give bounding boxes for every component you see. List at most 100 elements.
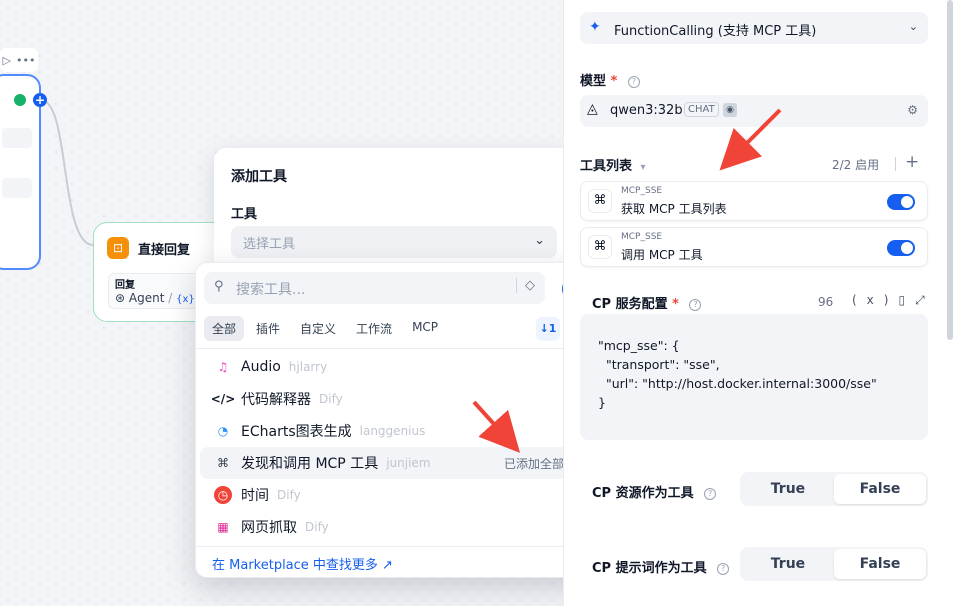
- ollama-icon: ◬: [587, 101, 598, 117]
- tool-name: 调用 MCP 工具: [621, 248, 703, 262]
- model-select[interactable]: ◬ qwen3:32b CHAT ◉ ⚙: [580, 95, 928, 127]
- variable-separator: /: [168, 291, 173, 305]
- agent-icon: ⊛: [115, 291, 126, 305]
- tool-category-tabs: 全部 插件 自定义 工作流 MCP: [204, 316, 450, 341]
- search-icon: ⚲: [214, 279, 224, 294]
- web-scraper-icon: ▦: [217, 520, 229, 534]
- code-icon: </>: [210, 392, 236, 406]
- tool-item-code-interpreter[interactable]: </> 代码解释器 Dify ›: [200, 383, 590, 415]
- option-true[interactable]: True: [742, 474, 834, 504]
- tool-item-echarts[interactable]: ◔ ECharts图表生成 langgenius ›: [200, 415, 590, 447]
- sparkle-icon: ✦: [589, 19, 601, 35]
- more-icon[interactable]: •••: [16, 54, 35, 67]
- add-tool-plus-icon[interactable]: +: [905, 152, 919, 172]
- tag-filter-icon[interactable]: ◇: [516, 278, 535, 293]
- variable-name: Agent: [128, 291, 165, 305]
- tools-label: 工具列表 ▾: [580, 155, 646, 174]
- chevron-down-icon: ⌄: [534, 233, 545, 248]
- char-count: 96: [818, 295, 834, 309]
- help-icon[interactable]: ?: [704, 487, 717, 500]
- panel-scrollbar[interactable]: [947, 0, 953, 340]
- model-name: qwen3:32b: [610, 103, 683, 118]
- tool-name: 网页抓取: [241, 520, 297, 536]
- mcp-icon: ⌘: [588, 235, 612, 259]
- caret-down-icon[interactable]: ▾: [641, 162, 646, 173]
- tool-author: junjiem: [386, 456, 431, 470]
- model-type-badge: CHAT: [684, 102, 719, 117]
- clock-icon: ◷: [214, 486, 232, 504]
- agent-strategy-select[interactable]: ✦ FunctionCalling (支持 MCP 工具) ⌄: [580, 12, 928, 44]
- tool-enable-toggle[interactable]: [887, 194, 915, 210]
- marketplace-link[interactable]: 在 Marketplace 中查找更多 ↗: [196, 546, 594, 580]
- tool-card[interactable]: ⌘ MCP_SSE 调用 MCP 工具: [580, 227, 928, 267]
- tool-search[interactable]: ⚲ 搜索工具... ◇: [204, 272, 545, 304]
- tool-name: ECharts图表生成: [241, 424, 352, 440]
- tool-author: hjlarry: [288, 360, 328, 374]
- audio-icon: ♫: [217, 360, 229, 374]
- resources-as-tools-label: CP 资源作为工具 ?: [592, 482, 717, 501]
- tool-name: 代码解释器: [241, 392, 311, 408]
- tool-item-mcp[interactable]: ⌘ 发现和调用 MCP 工具 junjiem 已添加全部 ›: [200, 447, 590, 479]
- divider: [196, 348, 594, 349]
- tool-author: Dify: [277, 488, 301, 502]
- tool-select-placeholder: 选择工具: [243, 237, 296, 252]
- add-tool-popup: 添加工具 工具 选择工具 ⌄: [214, 148, 574, 278]
- mcp-icon: ⌘: [588, 189, 612, 213]
- echarts-icon: ◔: [217, 424, 229, 438]
- expand-icon[interactable]: ⤢: [915, 293, 935, 307]
- help-icon[interactable]: ?: [717, 562, 730, 575]
- sort-icon[interactable]: ↓1: [536, 317, 560, 341]
- agent-config-panel: ✦ FunctionCalling (支持 MCP 工具) ⌄ 模型 * ? ◬…: [563, 0, 955, 606]
- mcp-icon: ⌘: [217, 456, 229, 470]
- popup-title: 添加工具: [231, 169, 287, 185]
- tool-name: 时间: [241, 488, 269, 504]
- tool-author: langgenius: [359, 424, 426, 438]
- tool-item-audio[interactable]: ♫ Audio hjlarry ›: [200, 351, 590, 383]
- tab-workflow[interactable]: 工作流: [348, 316, 400, 341]
- tool-card[interactable]: ⌘ MCP_SSE 获取 MCP 工具列表: [580, 181, 928, 221]
- option-label-text: CP 资源作为工具: [592, 486, 694, 501]
- variable-insert-icon[interactable]: (x): [852, 293, 898, 307]
- option-true[interactable]: True: [742, 549, 834, 579]
- tool-select[interactable]: 选择工具 ⌄: [231, 226, 557, 258]
- resources-as-tools-toggle: True False: [740, 472, 928, 506]
- node-field: [2, 178, 32, 198]
- tab-plugins[interactable]: 插件: [248, 316, 288, 341]
- tool-item-web-scraper[interactable]: ▦ 网页抓取 Dify ›: [200, 511, 590, 543]
- model-label-text: 模型: [580, 74, 607, 89]
- node-toolbar[interactable]: ▷ •••: [0, 48, 38, 72]
- mcp-config-label: CP 服务配置 * ?: [592, 293, 702, 312]
- option-false[interactable]: False: [834, 474, 926, 504]
- vision-icon: ◉: [723, 103, 737, 117]
- tab-all[interactable]: 全部: [204, 316, 245, 341]
- help-icon[interactable]: ?: [627, 75, 640, 88]
- tool-name: 发现和调用 MCP 工具: [241, 456, 379, 472]
- search-input[interactable]: 搜索工具...: [236, 279, 305, 299]
- tool-item-time[interactable]: ◷ 时间 Dify ›: [200, 479, 590, 511]
- help-icon[interactable]: ?: [689, 298, 702, 311]
- tab-mcp[interactable]: MCP: [404, 316, 446, 341]
- tool-author: Dify: [319, 392, 343, 406]
- tab-custom[interactable]: 自定义: [292, 316, 344, 341]
- run-icon[interactable]: ▷: [3, 54, 11, 67]
- added-all-badge: 已添加全部: [503, 456, 564, 471]
- option-false[interactable]: False: [834, 549, 926, 579]
- settings-sliders-icon[interactable]: ⚙: [907, 103, 918, 117]
- copy-icon[interactable]: ▯: [898, 293, 915, 307]
- mcp-config-editor[interactable]: "mcp_sse": { "transport": "sse", "url": …: [580, 314, 928, 440]
- tool-list: ♫ Audio hjlarry › </> 代码解释器 Dify › ◔ ECh…: [196, 351, 594, 543]
- prompts-as-tools-toggle: True False: [740, 547, 928, 581]
- tool-name: Audio: [241, 359, 281, 375]
- option-label-text: CP 提示词作为工具: [592, 561, 707, 576]
- reply-node-icon: ⊡: [107, 237, 129, 259]
- variable-icon: {x}: [176, 294, 195, 305]
- tool-enable-toggle[interactable]: [887, 240, 915, 256]
- add-node-icon[interactable]: +: [33, 93, 47, 107]
- divider: [895, 157, 896, 171]
- model-label: 模型 * ?: [580, 70, 640, 89]
- tool-provider: MCP_SSE: [621, 186, 663, 196]
- tools-enabled-count: 2/2 启用: [832, 158, 880, 172]
- strategy-value: FunctionCalling (支持 MCP 工具): [614, 24, 817, 39]
- success-check-icon: [14, 94, 26, 106]
- required-mark: *: [672, 297, 679, 312]
